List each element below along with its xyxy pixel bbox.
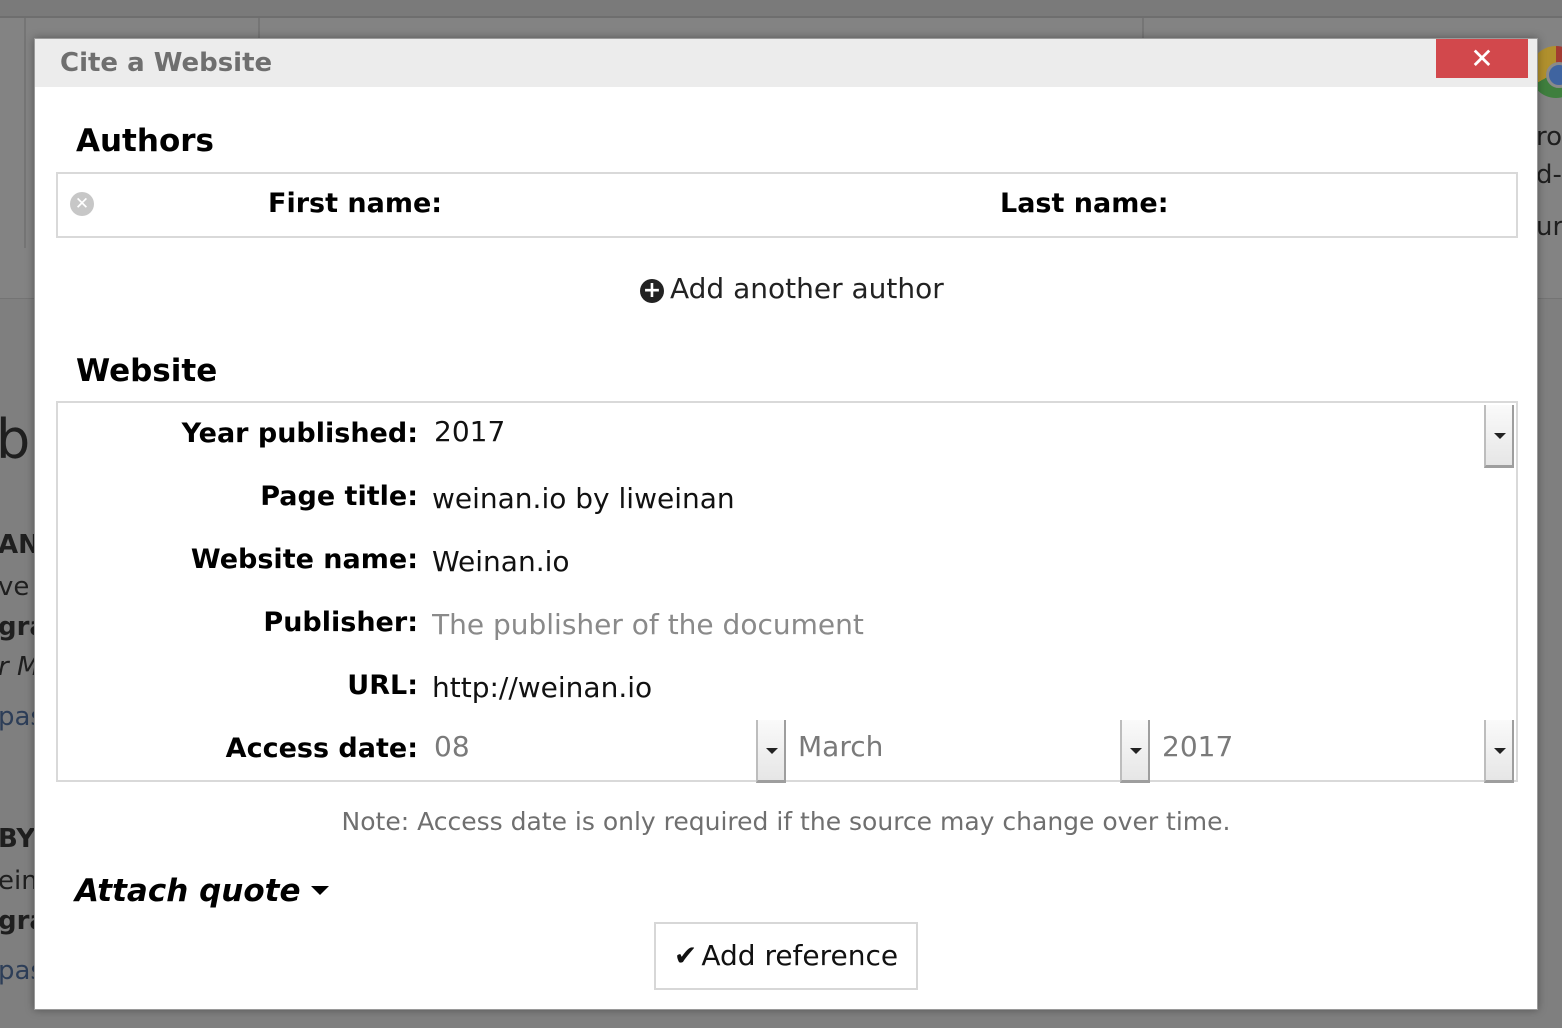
background-text: BY xyxy=(0,824,36,854)
access-day-select[interactable]: 08 xyxy=(430,720,786,783)
check-icon: ✔ xyxy=(673,939,698,972)
background-text: urc xyxy=(1536,212,1562,242)
attach-quote-label: Attach quote xyxy=(75,873,301,909)
background-topbar xyxy=(0,0,1562,18)
dialog-titlebar: Cite a Website ✕ xyxy=(35,39,1537,87)
attach-quote-toggle[interactable]: Attach quote xyxy=(75,873,329,909)
background-text: ve xyxy=(0,572,30,602)
access-date-label: Access date: xyxy=(225,733,418,764)
first-name-input[interactable] xyxy=(428,188,968,222)
background-divider xyxy=(24,18,26,248)
background-text: ro xyxy=(1536,122,1562,152)
website-heading: Website xyxy=(76,353,218,389)
publisher-label: Publisher: xyxy=(263,607,418,638)
last-name-label: Last name: xyxy=(1000,188,1169,219)
add-another-author-label: Add another author xyxy=(670,272,944,305)
chevron-down-icon[interactable] xyxy=(756,720,786,783)
author-row: ✕ First name: Last name: xyxy=(56,172,1518,238)
chevron-down-icon[interactable] xyxy=(1484,405,1514,468)
chevron-down-icon[interactable] xyxy=(1484,720,1514,783)
access-year-select[interactable]: 2017 xyxy=(1158,720,1514,783)
caret-down-icon xyxy=(310,886,329,895)
add-reference-button[interactable]: ✔ Add reference xyxy=(654,922,918,990)
cite-website-dialog: Cite a Website ✕ Authors ✕ First name: L… xyxy=(34,38,1538,1010)
access-date-note: Note: Access date is only required if th… xyxy=(341,807,1231,836)
year-published-label: Year published: xyxy=(181,418,418,449)
plus-circle-icon: + xyxy=(640,279,664,303)
add-reference-label: Add reference xyxy=(701,939,899,972)
remove-author-icon[interactable]: ✕ xyxy=(70,192,94,216)
dialog-title: Cite a Website xyxy=(60,48,273,78)
last-name-input[interactable] xyxy=(1158,188,1498,222)
access-month-value: March xyxy=(798,730,884,763)
page-title-label: Page title: xyxy=(260,481,418,512)
page-title-input[interactable] xyxy=(432,479,1492,517)
access-year-value: 2017 xyxy=(1162,730,1234,763)
authors-heading: Authors xyxy=(76,123,214,159)
close-button[interactable]: ✕ xyxy=(1436,39,1528,78)
website-name-label: Website name: xyxy=(190,544,418,575)
background-text: d-c xyxy=(1536,160,1562,190)
year-published-value: 2017 xyxy=(434,415,506,448)
url-label: URL: xyxy=(347,670,418,701)
access-day-value: 08 xyxy=(434,730,470,763)
year-published-select[interactable]: 2017 xyxy=(430,405,1514,468)
access-month-select[interactable]: March xyxy=(794,720,1150,783)
website-name-input[interactable] xyxy=(432,542,1492,580)
website-fields: Year published: 2017 Page title: Website… xyxy=(56,401,1518,783)
publisher-input[interactable] xyxy=(432,605,1492,643)
add-another-author-button[interactable]: + Add another author xyxy=(640,272,944,305)
close-icon: ✕ xyxy=(1470,42,1494,75)
chevron-down-icon[interactable] xyxy=(1120,720,1150,783)
url-input[interactable] xyxy=(432,668,1492,706)
first-name-label: First name: xyxy=(268,188,443,219)
